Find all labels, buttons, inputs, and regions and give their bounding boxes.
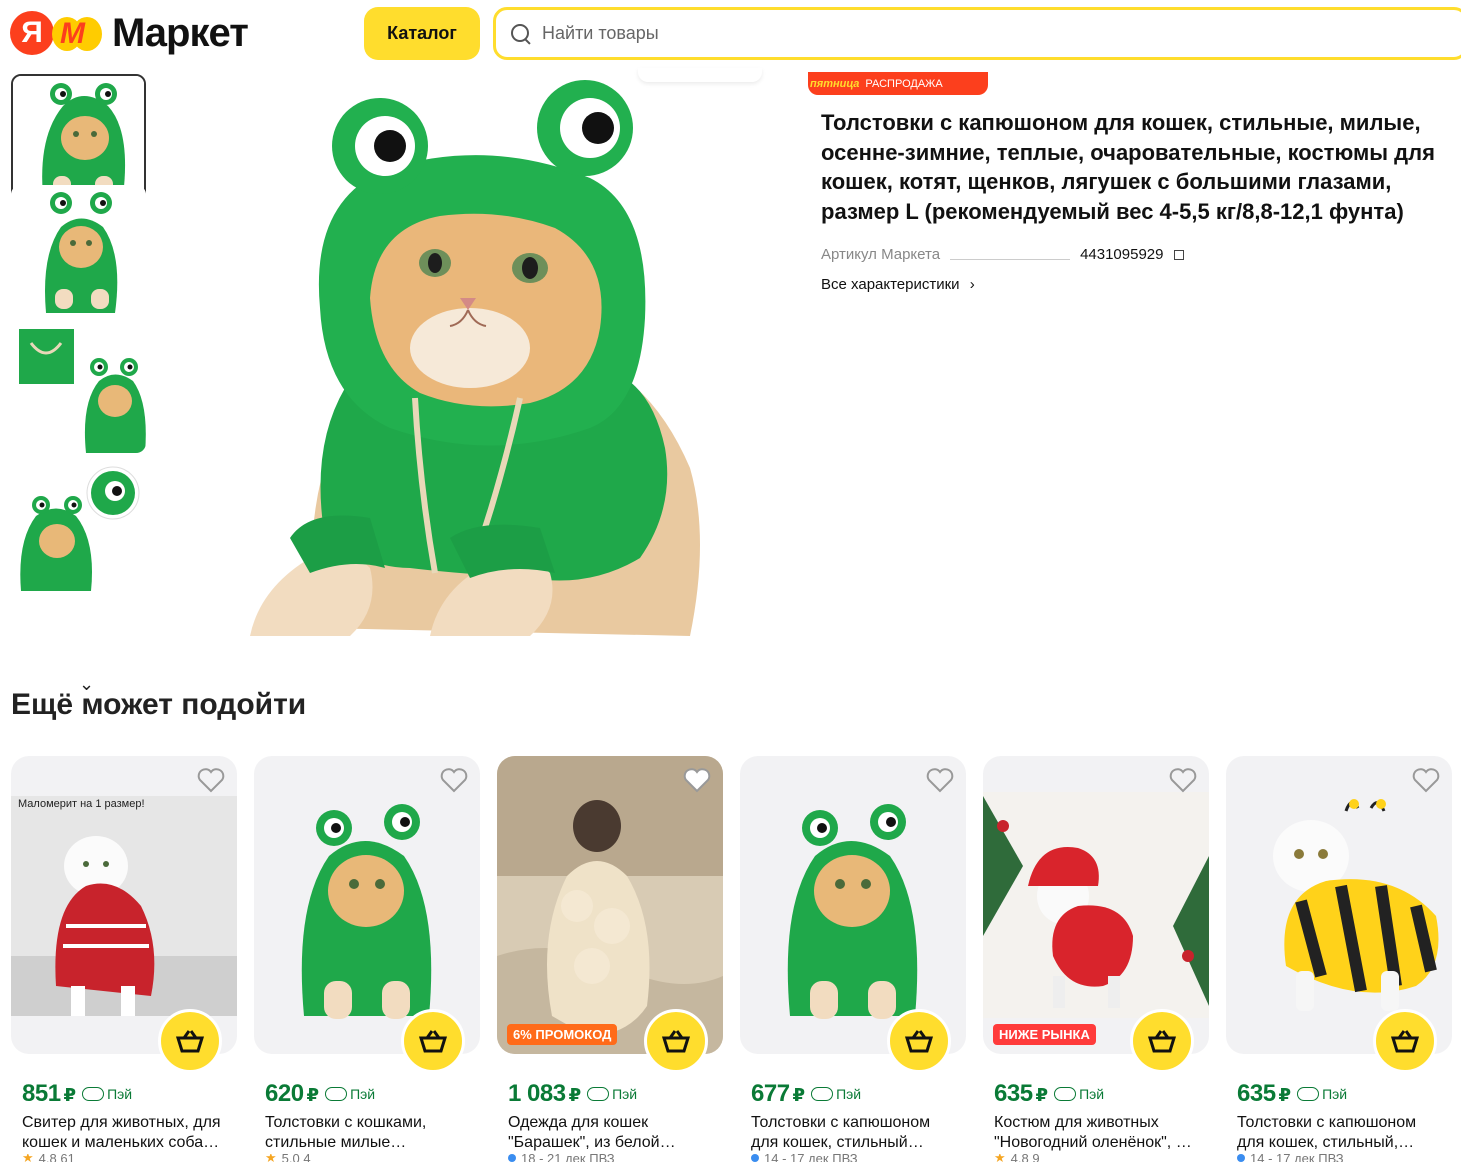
card-image[interactable] <box>1226 756 1452 1054</box>
currency: ₽ <box>306 1085 320 1105</box>
add-to-cart-button[interactable] <box>887 1009 951 1073</box>
cart-icon <box>175 1030 205 1053</box>
card-image[interactable] <box>740 756 966 1054</box>
yandex-market-logo[interactable]: Я M Маркет <box>10 10 249 56</box>
pay-label: Пэй <box>1322 1086 1348 1102</box>
promo-badge: 6% ПРОМОКОД <box>507 1024 618 1045</box>
pay-icon <box>1054 1087 1077 1101</box>
heart-icon[interactable] <box>1412 767 1440 793</box>
pay-label: Пэй <box>350 1086 376 1102</box>
logo-text: Маркет <box>112 10 249 55</box>
pay-label: Пэй <box>1079 1086 1105 1102</box>
price-value: 620 <box>265 1080 304 1107</box>
heart-icon[interactable] <box>440 767 468 793</box>
card-image[interactable] <box>254 756 480 1054</box>
cart-icon <box>904 1030 934 1053</box>
price-row: 851 ₽ Пэй <box>22 1080 132 1108</box>
price-row: 1 083 ₽ Пэй <box>508 1080 637 1108</box>
all-characteristics-link[interactable]: Все характеристики › <box>821 276 975 293</box>
currency: ₽ <box>1278 1085 1292 1105</box>
add-to-cart-button[interactable] <box>644 1009 708 1073</box>
price-value: 635 <box>1237 1080 1276 1107</box>
chevron-right-icon: › <box>969 276 975 293</box>
catalog-button[interactable]: Каталог <box>364 7 480 60</box>
cart-icon <box>418 1030 448 1053</box>
pay-icon <box>325 1087 348 1101</box>
copy-icon[interactable] <box>1173 249 1184 260</box>
card-image[interactable]: НИЖЕ РЫНКА <box>983 756 1209 1054</box>
price-row: 635 ₽ Пэй <box>1237 1080 1347 1108</box>
cart-icon <box>1147 1030 1177 1053</box>
pay-icon <box>811 1087 834 1101</box>
price-value: 677 <box>751 1080 790 1107</box>
cart-icon <box>1390 1030 1420 1053</box>
add-to-cart-button[interactable] <box>1373 1009 1437 1073</box>
card-image[interactable]: 6% ПРОМОКОД <box>497 756 723 1054</box>
price-row: 677 ₽ Пэй <box>751 1080 861 1108</box>
card-title[interactable]: Одежда для кошек "Барашек", из белой… <box>508 1113 718 1153</box>
logo-m-icon: M <box>50 11 106 55</box>
card-title[interactable]: Толстовки с капюшоном для кошек, стильны… <box>751 1113 961 1153</box>
pay-badge: Пэй <box>1297 1086 1347 1102</box>
card-image-caption: Маломерит на 1 размер! <box>18 798 145 810</box>
add-to-cart-button[interactable] <box>158 1009 222 1073</box>
card-title[interactable]: Свитер для животных, для кошек и маленьк… <box>22 1113 232 1153</box>
sale-badge-brand: пятница <box>810 77 860 90</box>
pay-badge: Пэй <box>811 1086 861 1102</box>
price-row: 620 ₽ Пэй <box>265 1080 375 1108</box>
pay-badge: Пэй <box>82 1086 132 1102</box>
pay-icon <box>82 1087 105 1101</box>
header: Я M Маркет Каталог <box>0 0 1461 68</box>
pay-label: Пэй <box>836 1086 862 1102</box>
cart-icon <box>661 1030 691 1053</box>
section-title: Ещё может подойти <box>11 688 307 721</box>
sku-divider <box>950 250 1071 260</box>
search-bar[interactable] <box>493 7 1461 60</box>
card-image[interactable]: Маломерит на 1 размер! <box>11 756 237 1054</box>
currency: ₽ <box>63 1085 77 1105</box>
promo-badge: НИЖЕ РЫНКА <box>993 1024 1096 1045</box>
add-to-cart-button[interactable] <box>1130 1009 1194 1073</box>
heart-icon[interactable] <box>683 767 711 793</box>
add-to-cart-button[interactable] <box>401 1009 465 1073</box>
search-icon <box>510 23 532 45</box>
price-value: 851 <box>22 1080 61 1107</box>
card-title[interactable]: Толстовки с капюшоном для кошек, стильны… <box>1237 1113 1447 1153</box>
all-characteristics-label: Все характеристики <box>821 276 960 293</box>
pay-icon <box>1297 1087 1320 1101</box>
thumbnail-4[interactable] <box>11 461 146 591</box>
heart-icon[interactable] <box>1169 767 1197 793</box>
price-row: 635 ₽ Пэй <box>994 1080 1104 1108</box>
sale-badge: пятница РАСПРОДАЖА <box>808 72 988 95</box>
currency: ₽ <box>792 1085 806 1105</box>
price-value: 635 <box>994 1080 1033 1107</box>
thumbnail-2[interactable] <box>11 185 146 315</box>
sku-label: Артикул Маркета <box>821 246 941 263</box>
pay-label: Пэй <box>612 1086 638 1102</box>
currency: ₽ <box>1035 1085 1049 1105</box>
heart-icon[interactable] <box>926 767 954 793</box>
pay-label: Пэй <box>107 1086 133 1102</box>
pay-icon <box>587 1087 610 1101</box>
card-title[interactable]: Костюм для животных "Новогодний оленёнок… <box>994 1113 1204 1153</box>
card-title[interactable]: Толстовки с кошками, стильные милые… <box>265 1113 475 1153</box>
heart-icon[interactable] <box>197 767 225 793</box>
pay-badge: Пэй <box>1054 1086 1104 1102</box>
product-title: Толстовки с капюшоном для кошек, стильны… <box>821 110 1435 224</box>
sku-row: Артикул Маркета 4431095929 <box>821 246 1201 263</box>
logo-ya-circle: Я <box>10 11 54 55</box>
pay-badge: Пэй <box>587 1086 637 1102</box>
sale-badge-label: РАСПРОДАЖА <box>865 77 943 90</box>
search-input[interactable] <box>542 23 1422 44</box>
main-product-photo[interactable] <box>170 68 770 636</box>
currency: ₽ <box>568 1085 582 1105</box>
pay-badge: Пэй <box>325 1086 375 1102</box>
price-value: 1 083 <box>508 1080 566 1107</box>
sku-value: 4431095929 <box>1080 246 1164 263</box>
thumbnail-3[interactable] <box>11 323 146 453</box>
